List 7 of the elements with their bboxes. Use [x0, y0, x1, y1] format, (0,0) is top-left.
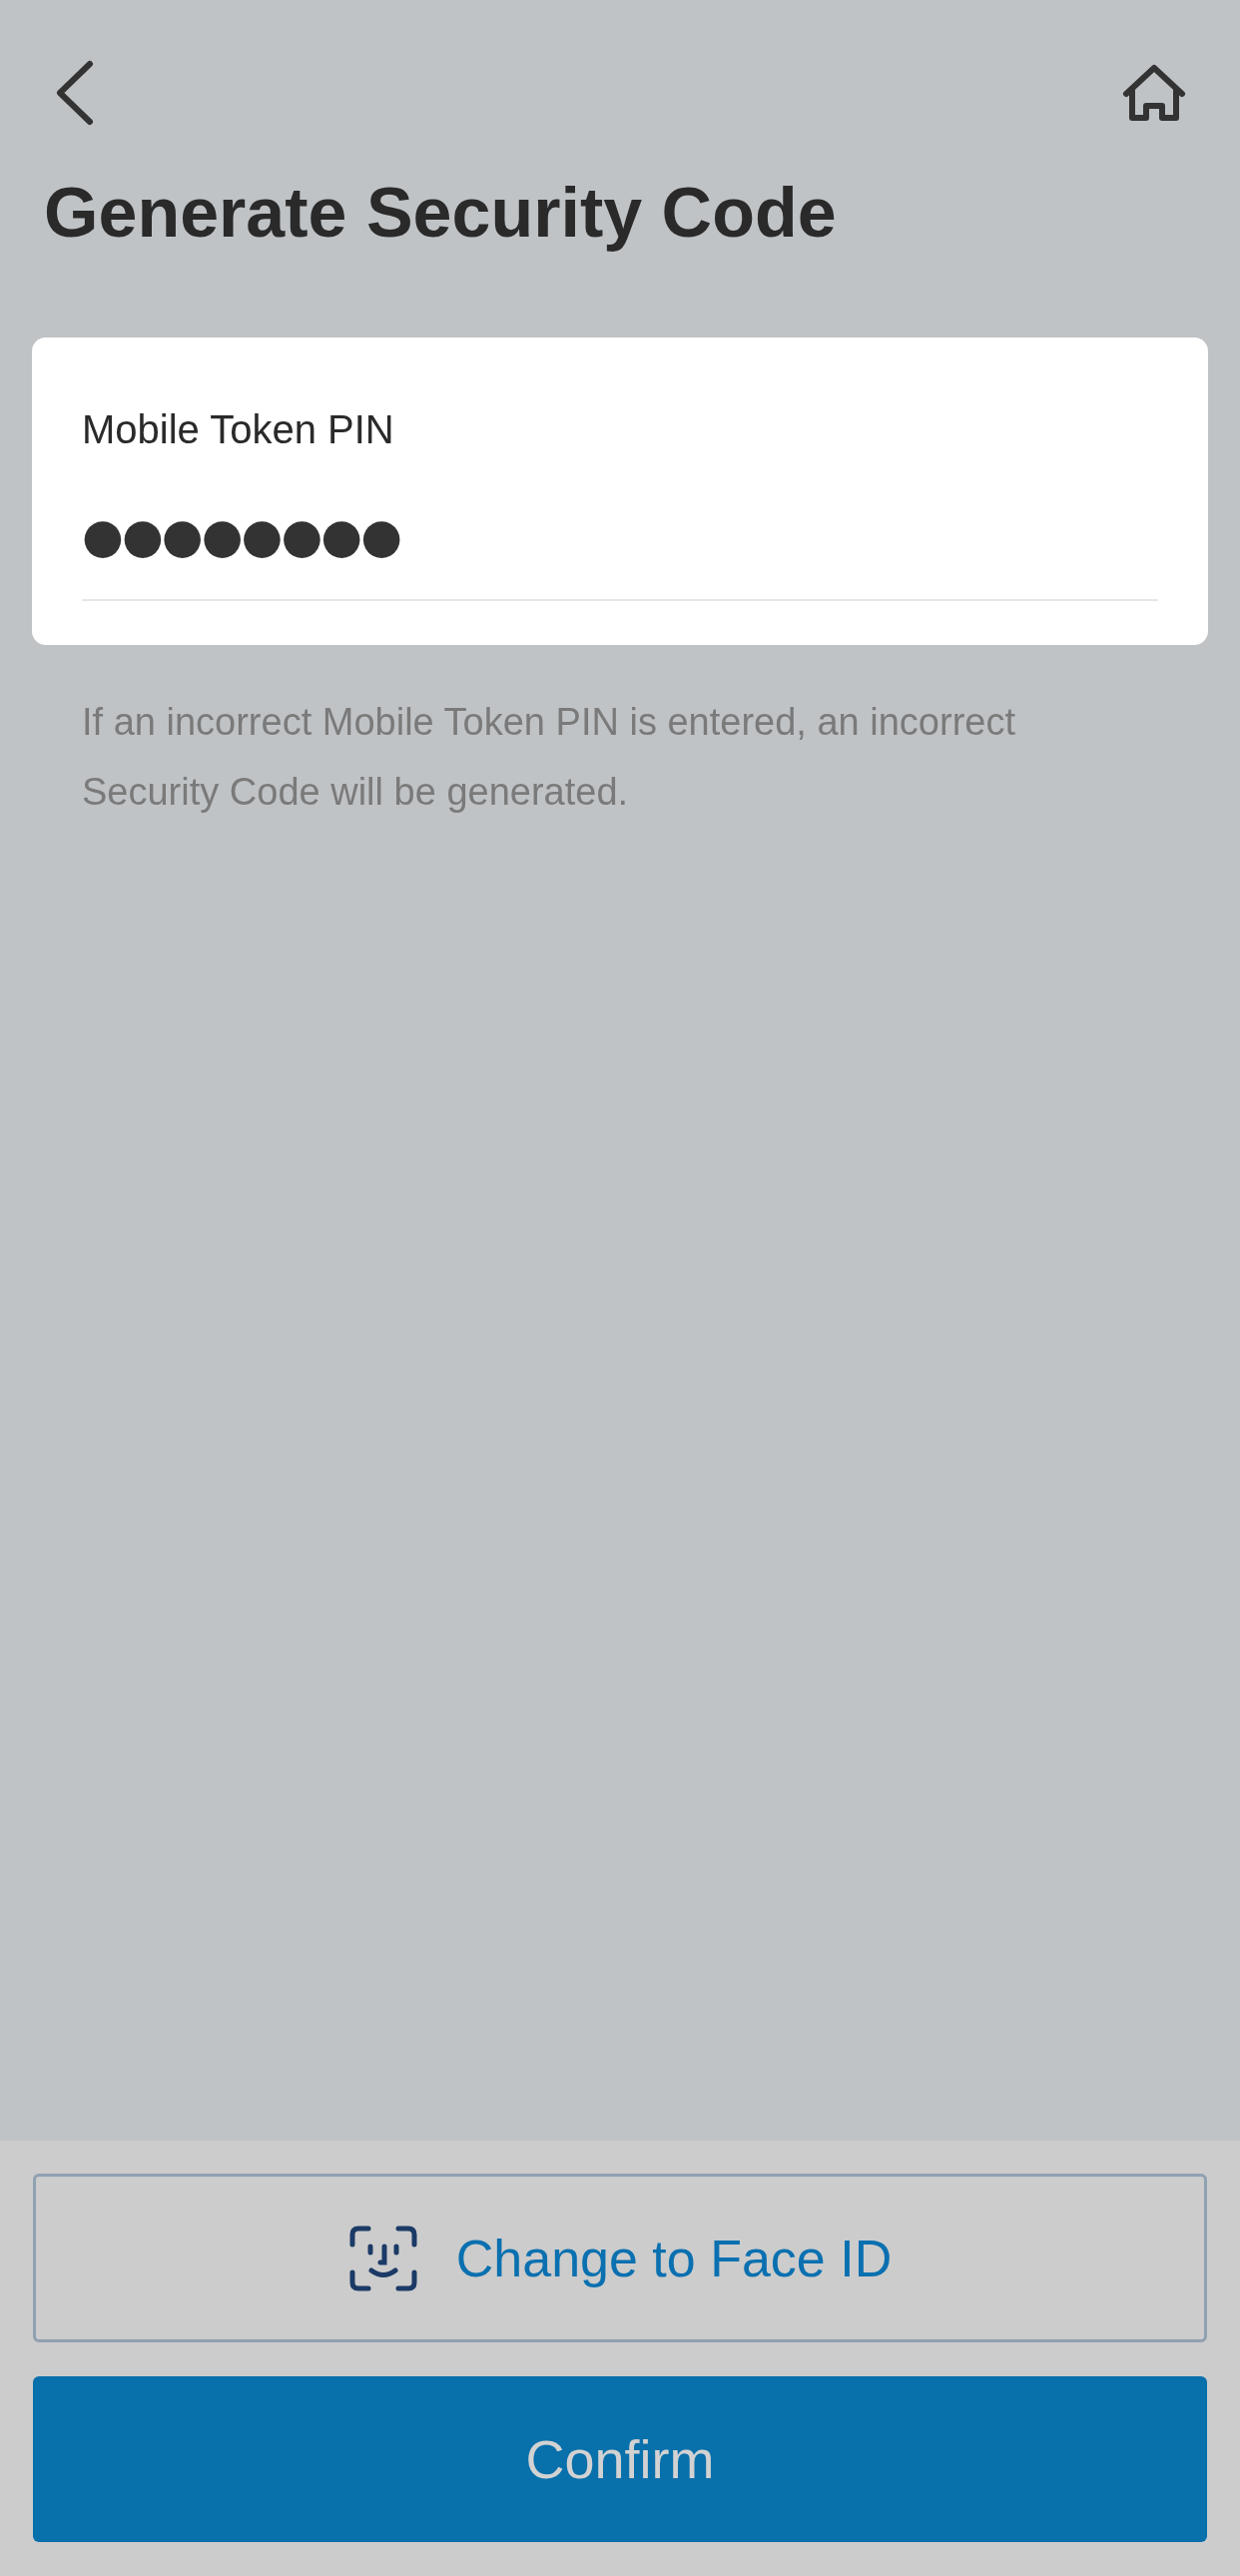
home-icon[interactable] [1122, 64, 1186, 122]
face-id-icon [347, 2224, 418, 2292]
hint-text: If an incorrect Mobile Token PIN is entered, an incorrect Security Code will be generated. [82, 700, 1016, 815]
confirm-button[interactable]: Confirm [33, 2376, 1207, 2542]
face-id-button[interactable]: Change to Face ID [33, 2174, 1207, 2342]
pin-input-field[interactable]: ●●●●●●●● [82, 511, 1158, 601]
field-label: Mobile Token PIN [82, 409, 394, 449]
